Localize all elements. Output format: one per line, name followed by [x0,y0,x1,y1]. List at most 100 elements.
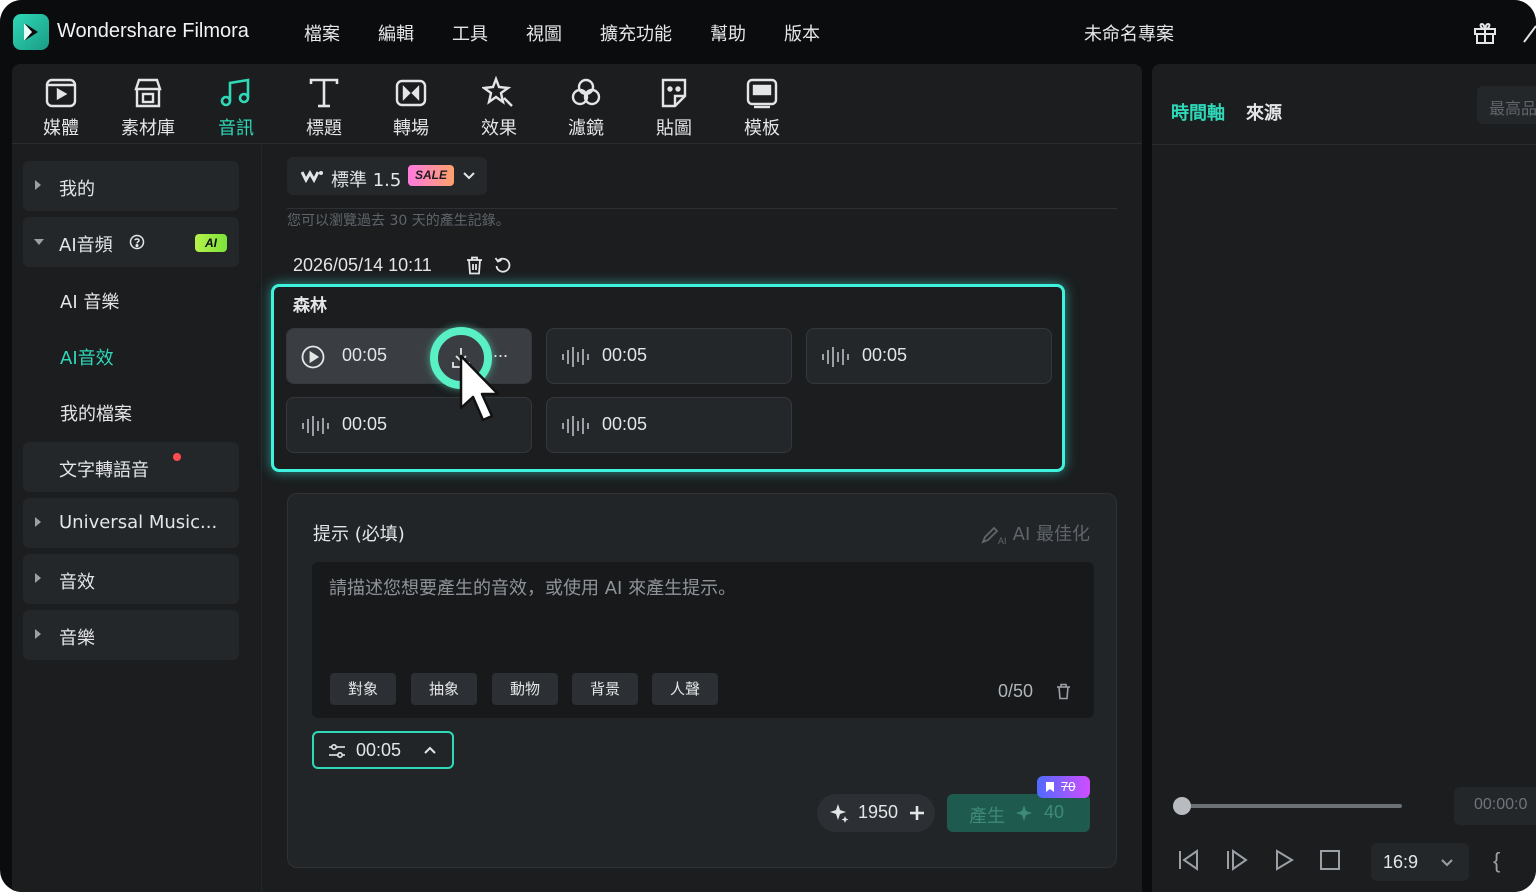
media-icon [45,78,77,108]
menu-extensions[interactable]: 擴充功能 [600,20,672,46]
tab-audio[interactable]: 音訊 [199,76,273,140]
result-group-title: 森林 [293,296,327,316]
tab-templates[interactable]: 模板 [725,76,799,140]
filmora-logo-icon [13,14,49,50]
chip-abstract[interactable]: 抽象 [411,673,478,705]
chip-background[interactable]: 背景 [572,673,639,705]
credits-value: 1950 [858,802,899,822]
regenerate-icon[interactable] [494,256,512,274]
prev-frame-icon[interactable] [1176,848,1202,872]
waveform-icon [822,347,849,367]
mark-in-button[interactable]: { [1493,848,1500,874]
aspect-ratio-selector[interactable]: 16:9 [1371,843,1469,881]
duration-selector[interactable]: 00:05 [312,731,454,769]
template-icon [746,78,778,109]
library-panel: 媒體 素材庫 音訊 標題 轉場 效果 濾鏡 貼圖 模板 我的 AI音頻 AI A… [12,64,1142,892]
divider [287,208,1117,209]
caret-right-icon [35,629,41,639]
tab-effects[interactable]: 效果 [462,76,536,140]
preview-panel: 時間軸 來源 最高品 00:00:0 16:9 { [1152,64,1536,892]
sidebar-item-ai-sfx[interactable]: AI音效 [60,344,114,370]
gift-icon[interactable] [1472,20,1498,51]
duration-value: 00:05 [356,740,402,760]
sidebar-item-universal-music[interactable]: Universal Music... [23,498,239,548]
sidebar-item-ai-audio[interactable]: AI音頻 AI [23,217,239,267]
ai-optimize-button[interactable]: AI AI 最佳化 [981,520,1090,546]
store-icon [134,78,162,108]
sidebar-item-sound-effects[interactable]: 音效 [23,554,239,604]
prompt-card: 提示 (必填) AI AI 最佳化 請描述您想要產生的音效，或使用 AI 來產生提… [287,493,1117,868]
audio-sidebar: 我的 AI音頻 AI AI 音樂 AI音效 我的檔案 文字轉語音 Univers… [12,145,262,892]
help-circle-icon[interactable] [129,234,145,250]
model-selector[interactable]: 標準 1.5 SALE [287,157,487,195]
tab-source[interactable]: 來源 [1246,99,1282,125]
sliders-icon [329,743,345,759]
chip-voice[interactable]: 人聲 [652,673,719,705]
char-counter: 0/50 [998,681,1034,701]
generate-button[interactable]: 產生 40 [947,794,1090,832]
category-tabs: 媒體 素材庫 音訊 標題 轉場 效果 濾鏡 貼圖 模板 [12,64,1142,144]
menu-version[interactable]: 版本 [784,20,820,46]
filter-icon [571,78,601,106]
menu-view[interactable]: 視圖 [526,20,562,46]
credits-balance[interactable]: 1950 [817,794,935,832]
menu-tools[interactable]: 工具 [452,20,488,46]
chip-animal[interactable]: 動物 [492,673,559,705]
prompt-textarea[interactable]: 請描述您想要產生的音效，或使用 AI 來產生提示。 對象 抽象 動物 背景 人聲… [312,562,1094,718]
trash-icon[interactable] [466,256,483,275]
project-title: 未命名專案 [1084,24,1174,45]
caret-right-icon [35,573,41,583]
audio-clip-3[interactable]: 00:05 [806,328,1052,384]
clip-duration: 00:05 [602,345,648,365]
ai-pen-icon: AI [981,526,1006,546]
quality-selector[interactable]: 最高品 [1477,86,1536,124]
tab-titles[interactable]: 標題 [287,76,361,140]
tag-icon [1046,782,1054,792]
chevron-down-icon [1441,859,1453,867]
clip-duration: 00:05 [602,414,648,434]
play-icon[interactable] [301,345,325,369]
sidebar-item-music[interactable]: 音樂 [23,610,239,660]
next-frame-icon[interactable] [1224,848,1250,872]
tab-audio-label: 音訊 [218,118,254,139]
tab-stock-label: 素材庫 [121,118,175,139]
tab-stickers[interactable]: 貼圖 [637,76,711,140]
sidebar-item-my[interactable]: 我的 [23,161,239,211]
playback-slider-knob[interactable] [1173,797,1191,815]
generate-cost: 40 [1044,802,1065,822]
sidebar-item-my-files[interactable]: 我的檔案 [60,400,132,426]
tab-stock[interactable]: 素材庫 [111,76,185,140]
generate-label: 產生 [969,806,1005,827]
clear-trash-icon[interactable] [1056,683,1071,700]
sparkle-icon [1016,805,1032,821]
tab-media[interactable]: 媒體 [24,76,98,140]
tab-timeline[interactable]: 時間軸 [1171,99,1225,125]
title-bar: Wondershare Filmora 檔案 編輯 工具 視圖 擴充功能 幫助 … [0,0,1536,64]
sidebar-item-ai-music[interactable]: AI 音樂 [60,288,119,314]
caret-down-icon [34,239,44,245]
menu-edit[interactable]: 編輯 [378,20,414,46]
sidebar-item-sfx-label: 音效 [59,572,95,593]
tab-transitions[interactable]: 轉場 [374,76,448,140]
prompt-placeholder: 請描述您想要產生的音效，或使用 AI 來產生提示。 [329,578,737,599]
menu-file[interactable]: 檔案 [304,20,340,46]
tab-templates-label: 模板 [744,118,780,139]
caret-right-icon [35,180,41,190]
play-icon[interactable] [1272,848,1296,872]
chip-object[interactable]: 對象 [330,673,397,705]
waveform-icon [562,347,589,367]
playback-slider[interactable] [1183,804,1402,808]
tab-filters[interactable]: 濾鏡 [549,76,623,140]
promo-badge: 70 [1037,776,1090,798]
stop-icon[interactable] [1318,848,1342,872]
feather-icon[interactable] [1520,20,1536,51]
plus-icon [910,806,924,820]
sparkle-icon [830,804,849,823]
audio-clip-5[interactable]: 00:05 [546,397,792,453]
audio-clip-2[interactable]: 00:05 [546,328,792,384]
prompt-label: 提示 (必填) [313,524,405,545]
sidebar-item-music-label: 音樂 [59,628,95,649]
menu-help[interactable]: 幫助 [710,20,746,46]
ai-badge: AI [195,234,227,252]
sidebar-item-tts[interactable]: 文字轉語音 [23,442,239,492]
